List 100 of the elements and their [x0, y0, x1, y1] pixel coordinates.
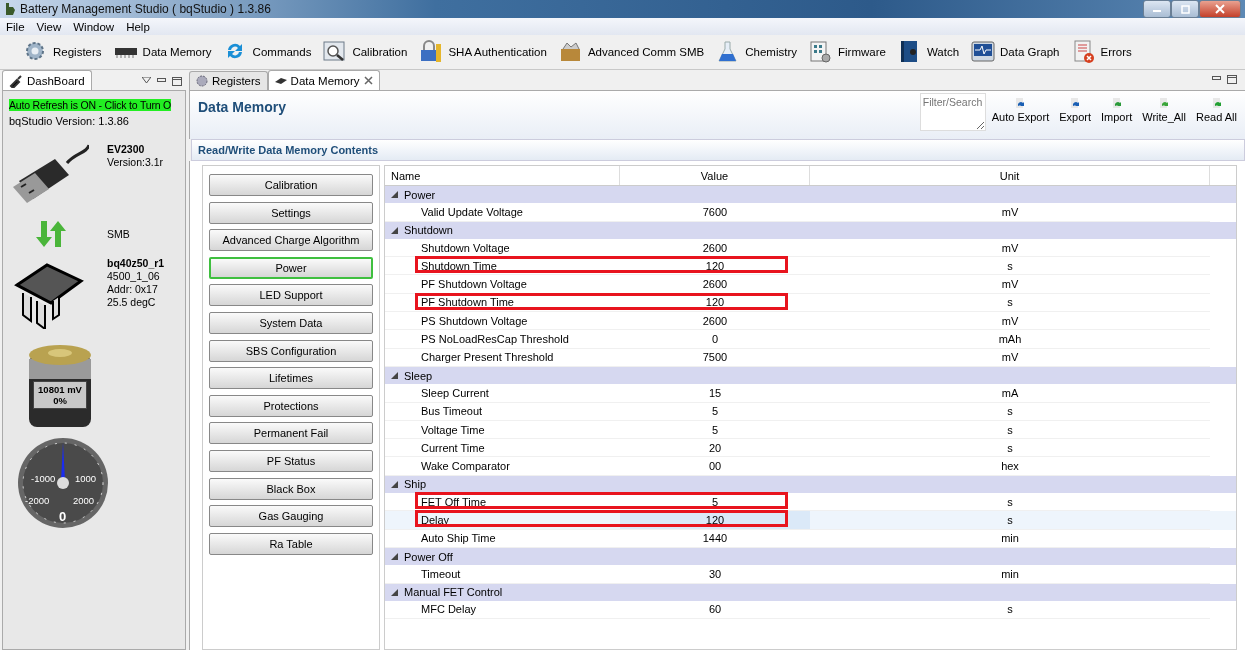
- parameter-name[interactable]: PF Shutdown Time: [385, 293, 620, 313]
- minimize-icon[interactable]: [157, 77, 166, 83]
- menu-item[interactable]: View: [36, 20, 62, 33]
- parameter-value[interactable]: 120: [620, 293, 810, 313]
- version-label: bqStudio Version: 1.3.86: [9, 115, 130, 127]
- toolbar-button[interactable]: Data Graph: [969, 40, 1062, 64]
- parameter-value[interactable]: 20: [620, 439, 810, 458]
- toolbar-button[interactable]: Calibration: [321, 40, 410, 64]
- category-button[interactable]: Advanced Charge Algorithm: [209, 229, 373, 252]
- minimize-button[interactable]: [1143, 0, 1171, 18]
- category-button[interactable]: Ra Table: [209, 532, 373, 555]
- toolbar-button[interactable]: Import: [1101, 97, 1133, 123]
- parameter-value[interactable]: 7500: [620, 348, 810, 367]
- parameter-name[interactable]: MFC Delay: [385, 600, 620, 620]
- error-document-icon: [1071, 40, 1096, 64]
- category-button[interactable]: Protections: [209, 394, 373, 417]
- parameter-value[interactable]: 2600: [620, 275, 810, 294]
- toolbar-button[interactable]: Watch: [895, 40, 962, 64]
- parameter-value[interactable]: 2600: [620, 312, 810, 331]
- toolbar-button[interactable]: Data Memory: [111, 40, 214, 64]
- toolbar-button[interactable]: Firmware: [806, 40, 888, 64]
- restore-button[interactable]: [1171, 0, 1199, 18]
- category-button[interactable]: System Data: [209, 311, 373, 334]
- parameter-value[interactable]: 30: [620, 565, 810, 584]
- category-button[interactable]: Black Box: [209, 477, 373, 500]
- category-button[interactable]: Permanent Fail: [209, 422, 373, 445]
- toolbar-button[interactable]: Chemistry: [714, 40, 799, 64]
- category-button[interactable]: Lifetimes: [209, 367, 373, 390]
- editor-tab[interactable]: Registers: [189, 71, 268, 90]
- expanded-triangle-icon[interactable]: [391, 480, 398, 488]
- toolbar-button[interactable]: Commands: [221, 40, 314, 64]
- toolbar-button[interactable]: Advanced Comm SMB: [556, 40, 707, 64]
- parameter-name[interactable]: Valid Update Voltage: [385, 203, 620, 222]
- parameter-unit: s: [810, 420, 1210, 440]
- expanded-triangle-icon[interactable]: [391, 191, 398, 199]
- parameter-value[interactable]: 5: [620, 420, 810, 440]
- parameter-value[interactable]: 120: [620, 257, 810, 276]
- dashboard-tab[interactable]: DashBoard: [2, 70, 92, 90]
- parameter-name[interactable]: Shutdown Time: [385, 257, 620, 276]
- maximize-icon[interactable]: [172, 77, 182, 86]
- menu-item[interactable]: File: [6, 20, 25, 33]
- toolbar-button[interactable]: SHA Authentication: [417, 40, 549, 64]
- parameter-unit: s: [810, 511, 1210, 530]
- parameter-name[interactable]: PF Shutdown Voltage: [385, 275, 620, 294]
- expanded-triangle-icon[interactable]: [391, 553, 398, 561]
- parameter-name[interactable]: Delay: [385, 511, 620, 530]
- parameter-value[interactable]: 5: [620, 402, 810, 421]
- menu-item[interactable]: Help: [126, 20, 150, 33]
- menu-item[interactable]: Window: [73, 20, 115, 33]
- parameter-value[interactable]: 0: [620, 330, 810, 349]
- auto-refresh-toggle[interactable]: Auto Refresh is ON - Click to Turn O: [9, 99, 171, 111]
- category-button[interactable]: LED Support: [209, 284, 373, 307]
- parameter-value[interactable]: 60: [620, 600, 810, 620]
- column-header[interactable]: Unit: [810, 166, 1210, 185]
- toolbar-button[interactable]: Read All: [1196, 97, 1237, 123]
- parameter-name[interactable]: Auto Ship Time: [385, 529, 620, 548]
- parameter-name[interactable]: Wake Comparator: [385, 457, 620, 476]
- minimize-icon[interactable]: [1212, 75, 1221, 81]
- parameter-value[interactable]: 15: [620, 384, 810, 403]
- parameter-name[interactable]: Current Time: [385, 439, 620, 458]
- editor-tab[interactable]: Data Memory: [267, 70, 380, 90]
- parameter-name[interactable]: Voltage Time: [385, 420, 620, 440]
- parameter-name[interactable]: Timeout: [385, 565, 620, 584]
- parameter-unit: hex: [810, 457, 1210, 476]
- window-title: Battery Management Studio ( bqStudio ) 1.3.86: [20, 2, 271, 16]
- toolbar-button[interactable]: Export: [1059, 97, 1091, 123]
- expanded-triangle-icon[interactable]: [391, 226, 398, 234]
- maximize-icon[interactable]: [1227, 75, 1237, 84]
- category-button[interactable]: SBS Configuration: [209, 339, 373, 362]
- parameter-name[interactable]: Charger Present Threshold: [385, 348, 620, 367]
- column-header[interactable]: Value: [620, 166, 810, 185]
- parameter-value[interactable]: 7600: [620, 203, 810, 222]
- close-icon: [1215, 4, 1225, 14]
- parameter-name[interactable]: PS Shutdown Voltage: [385, 312, 620, 331]
- close-icon[interactable]: [363, 76, 373, 85]
- toolbar-button[interactable]: Write_All: [1142, 97, 1186, 123]
- category-button[interactable]: Power: [209, 256, 373, 279]
- category-button[interactable]: Gas Gauging: [209, 505, 373, 528]
- gauge-label: -1000: [31, 473, 56, 484]
- column-header[interactable]: Name: [385, 166, 620, 185]
- parameter-unit: mV: [810, 312, 1210, 331]
- category-button[interactable]: Calibration: [209, 174, 373, 196]
- parameter-value[interactable]: 2600: [620, 238, 810, 258]
- parameter-value[interactable]: 00: [620, 457, 810, 476]
- toolbar-button[interactable]: Registers: [22, 40, 104, 64]
- expanded-triangle-icon[interactable]: [391, 372, 398, 380]
- category-button[interactable]: PF Status: [209, 449, 373, 472]
- parameter-name[interactable]: Shutdown Voltage: [385, 238, 620, 258]
- toolbar-button[interactable]: Auto Export: [991, 97, 1050, 123]
- magnifier-icon: [323, 40, 348, 64]
- parameter-name[interactable]: PS NoLoadResCap Threshold: [385, 330, 620, 349]
- parameter-name[interactable]: Bus Timeout: [385, 402, 620, 421]
- toolbar-button[interactable]: Errors: [1069, 40, 1134, 64]
- view-menu-icon[interactable]: [142, 77, 151, 83]
- filter-search-field[interactable]: Filter/Search: [919, 93, 986, 131]
- parameter-name[interactable]: Sleep Current: [385, 384, 620, 403]
- category-button[interactable]: Settings: [209, 201, 373, 224]
- expanded-triangle-icon[interactable]: [391, 588, 398, 596]
- close-button[interactable]: [1199, 0, 1241, 18]
- parameter-value[interactable]: 1440: [620, 529, 810, 548]
